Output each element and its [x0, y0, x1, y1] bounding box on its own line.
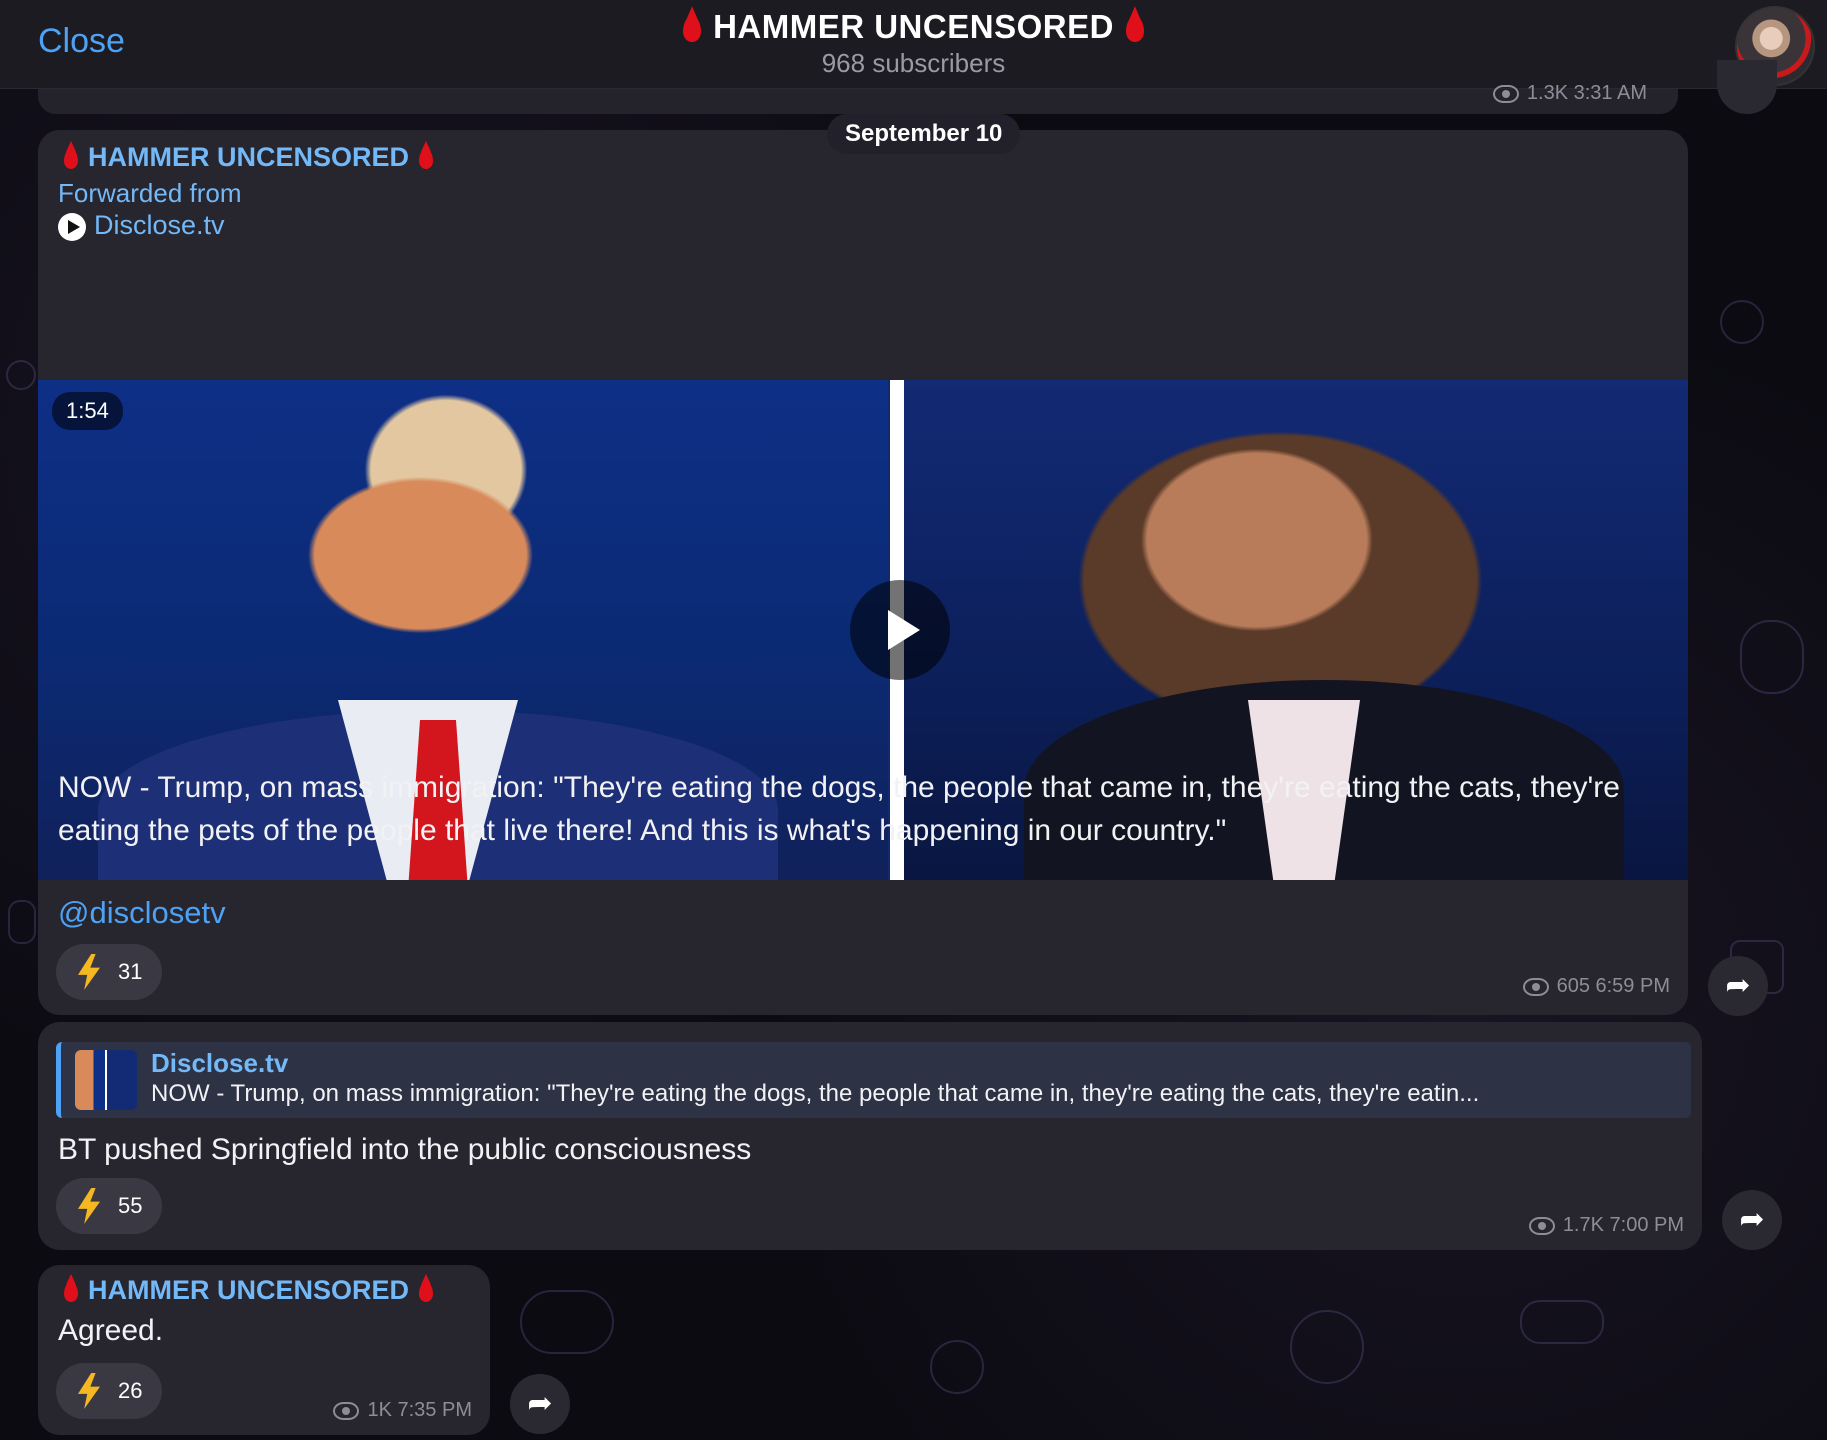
message-bubble-video[interactable]: HAMMER UNCENSORED Forwarded from Disclos…: [38, 130, 1688, 1015]
channel-title[interactable]: HAMMER UNCENSORED: [0, 8, 1827, 46]
message-sender[interactable]: HAMMER UNCENSORED: [54, 1275, 443, 1306]
eye-icon: [1528, 1216, 1555, 1235]
blood-drop-icon: [419, 1281, 434, 1302]
lightning-icon: [78, 954, 100, 990]
eye-icon: [333, 1401, 360, 1420]
reply-text: NOW - Trump, on mass immigration: "They'…: [151, 1080, 1480, 1107]
video-duration: 1:54: [52, 392, 123, 430]
message-meta: 605 6:59 PM: [1522, 975, 1670, 998]
play-icon[interactable]: [850, 580, 950, 680]
message-meta: 1.7K 7:00 PM: [1528, 1214, 1684, 1237]
date-separator: September 10: [827, 114, 1021, 154]
message-text: BT pushed Springfield into the public co…: [58, 1133, 752, 1166]
reply-quote[interactable]: Disclose.tv NOW - Trump, on mass immigra…: [56, 1042, 1691, 1118]
reply-title: Disclose.tv: [151, 1048, 289, 1078]
message-sender[interactable]: HAMMER UNCENSORED: [54, 142, 443, 173]
subscriber-count: 968 subscribers: [821, 48, 1006, 78]
forwarded-source[interactable]: Disclose.tv: [58, 210, 225, 241]
message-bubble-reply[interactable]: Disclose.tv NOW - Trump, on mass immigra…: [38, 1022, 1702, 1250]
disclose-logo-icon: [58, 212, 86, 241]
message-bubble-text[interactable]: HAMMER UNCENSORED Agreed. 26 1K 7:35 PM: [38, 1265, 490, 1435]
mention-link[interactable]: @disclosetv: [58, 895, 226, 931]
blood-drop-icon: [64, 1281, 78, 1302]
blood-drop-icon: [419, 148, 434, 169]
lightning-icon: [78, 1188, 100, 1224]
reply-thumbnail: [75, 1050, 137, 1110]
reaction-button[interactable]: 55: [56, 1178, 163, 1234]
message-text: Agreed.: [58, 1314, 164, 1347]
eye-icon: [1492, 84, 1519, 103]
blood-drop-icon: [1125, 16, 1144, 43]
blood-drop-icon: [683, 16, 702, 43]
reaction-button[interactable]: 26: [56, 1363, 163, 1419]
share-button[interactable]: [1722, 1190, 1782, 1250]
blood-drop-icon: [64, 148, 78, 169]
channel-header: Close HAMMER UNCENSORED 968 subscribers: [0, 0, 1827, 89]
share-button[interactable]: [510, 1374, 570, 1434]
share-button[interactable]: [1708, 956, 1768, 1016]
message-text: NOW - Trump, on mass immigration: "They'…: [58, 771, 1620, 847]
reaction-button[interactable]: 31: [56, 944, 163, 1000]
previous-message-meta: 1.3K 3:31 AM: [1492, 82, 1647, 105]
forwarded-label: Forwarded from: [58, 178, 242, 208]
eye-icon: [1522, 977, 1549, 996]
message-meta: 1K 7:35 PM: [333, 1399, 472, 1422]
lightning-icon: [78, 1373, 100, 1409]
